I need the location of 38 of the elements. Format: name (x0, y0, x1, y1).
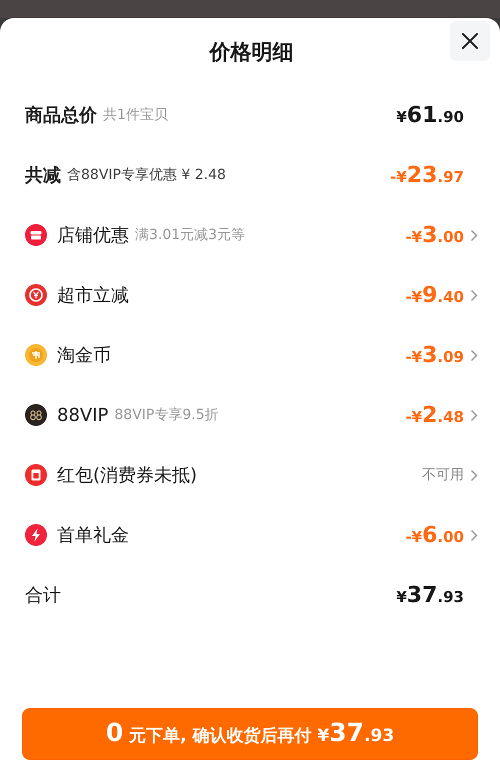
close-button[interactable] (450, 21, 490, 61)
discount-note: 88VIP专享9.5折 (114, 406, 219, 424)
chevron-right-icon[interactable] (470, 468, 478, 482)
price-amount: -¥23.97 (390, 162, 464, 188)
discount-amount[interactable]: -¥2.48 (405, 402, 464, 428)
close-icon (461, 32, 479, 50)
envelope-icon (25, 464, 47, 486)
discount-amount[interactable]: -¥6.00 (405, 522, 464, 548)
row-label: 商品总价 (25, 104, 97, 127)
shop-icon (25, 224, 47, 246)
chevron-right-icon[interactable] (470, 228, 478, 242)
row-label: 共减 (25, 164, 61, 187)
discount-amount[interactable]: -¥3.00 (405, 222, 464, 248)
price-amount: ¥61.90 (396, 102, 464, 128)
discount-label: 超市立减 (57, 284, 129, 307)
lightning-icon (25, 524, 47, 546)
pay-button[interactable]: 0 元下单, 确认收货后再付 ¥37.93 (22, 708, 478, 760)
discount-label: 店铺优惠 (57, 224, 129, 247)
discount-amount[interactable]: 不可用 (422, 466, 464, 484)
chevron-right-icon[interactable] (470, 408, 478, 422)
discount-label: 首单礼金 (57, 524, 129, 547)
vip-badge-icon (25, 404, 47, 426)
discount-amount[interactable]: -¥9.40 (405, 282, 464, 308)
sheet-title: 价格明细 (210, 39, 294, 66)
total-label: 合计 (25, 584, 61, 607)
row-note: 共1件宝贝 (103, 106, 168, 124)
yuan-badge-icon (25, 284, 47, 306)
chevron-right-icon[interactable] (470, 288, 478, 302)
chevron-right-icon[interactable] (470, 528, 478, 542)
discount-label: 红包(消费券未抵) (57, 464, 198, 487)
discount-amount[interactable]: -¥3.09 (405, 342, 464, 368)
discount-label: 淘金币 (57, 344, 111, 367)
coin-icon (25, 344, 47, 366)
discount-note: 满3.01元减3元等 (135, 226, 246, 244)
chevron-right-icon[interactable] (470, 348, 478, 362)
total-amount: ¥37.93 (396, 582, 464, 608)
row-note: 含88VIP专享优惠 ¥ 2.48 (67, 166, 226, 184)
discount-label: 88VIP (57, 404, 108, 426)
